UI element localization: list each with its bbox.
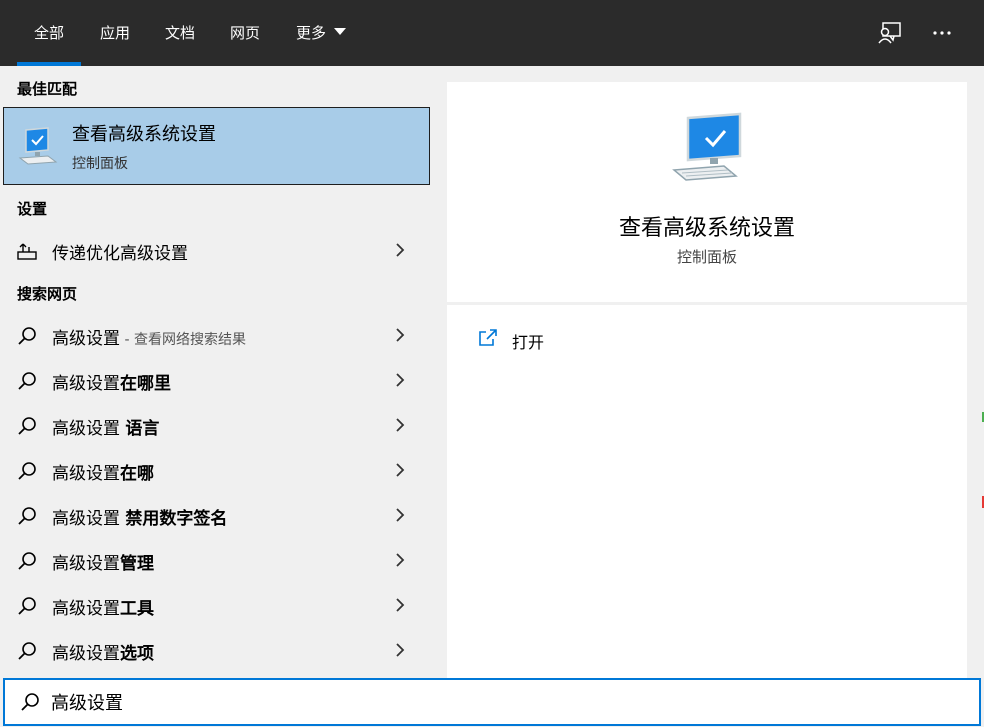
web-result-item[interactable]: 高级设置 - 查看网络搜索结果: [0, 313, 433, 358]
search-box[interactable]: [3, 678, 981, 726]
search-input[interactable]: [51, 686, 931, 718]
more-options-icon[interactable]: [930, 20, 956, 46]
web-result-label: 高级设置 语言: [52, 414, 159, 439]
search-icon: [18, 372, 36, 390]
web-result-label: 高级设置工具: [52, 594, 154, 619]
chevron-right-icon: [396, 418, 405, 432]
preview-title: 查看高级系统设置: [618, 216, 795, 241]
search-icon: [18, 642, 36, 660]
web-result-label: 高级设置管理: [52, 549, 154, 574]
best-match-subtitle: 控制面板: [72, 156, 128, 172]
results-panel: 最佳匹配 查看高级系统设置 控制面板 设置 传递优化高级设置 搜索网页 高级设置…: [0, 66, 433, 678]
open-action-label: 打开: [512, 333, 545, 352]
chevron-right-icon: [396, 643, 405, 657]
web-result-label: 高级设置在哪里: [52, 369, 171, 394]
chevron-right-icon: [396, 328, 405, 342]
search-icon: [18, 507, 36, 525]
preview-actions: 打开: [447, 305, 967, 678]
web-result-item[interactable]: 高级设置工具: [0, 583, 433, 628]
web-result-item[interactable]: 高级设置管理: [0, 538, 433, 583]
feedback-icon[interactable]: [877, 20, 903, 46]
tab-documents-label: 文档: [164, 24, 195, 42]
web-result-prefix: 高级设置: [52, 374, 120, 394]
web-result-prefix: 高级设置: [52, 509, 126, 529]
open-external-icon: [479, 329, 497, 346]
settings-item-label: 传递优化高级设置: [52, 244, 188, 264]
web-result-bold: 禁用数字签名: [125, 509, 228, 529]
best-match-item[interactable]: 查看高级系统设置 控制面板: [3, 107, 430, 185]
web-result-item[interactable]: 高级设置 语言: [0, 403, 433, 448]
delivery-optimization-icon: [17, 243, 37, 260]
web-result-bold: 语言: [125, 419, 160, 439]
tab-all-label: 全部: [33, 24, 64, 42]
web-result-item[interactable]: 高级设置 禁用数字签名: [0, 493, 433, 538]
search-icon: [21, 693, 39, 711]
tab-all[interactable]: 全部: [17, 0, 81, 66]
web-result-item[interactable]: 高级设置选项: [0, 628, 433, 673]
search-icon: [18, 597, 36, 615]
tab-apps[interactable]: 应用: [90, 0, 140, 66]
web-result-item[interactable]: 高级设置在哪: [0, 448, 433, 493]
tab-more-label: 更多: [295, 24, 326, 42]
chevron-right-icon: [396, 508, 405, 522]
web-result-bold: 工具: [120, 599, 154, 619]
search-icon: [18, 552, 36, 570]
settings-item-delivery-optimization[interactable]: 传递优化高级设置: [0, 228, 433, 273]
preview-subtitle: 控制面板: [676, 248, 737, 266]
chevron-right-icon: [396, 598, 405, 612]
search-icon: [18, 417, 36, 435]
search-web-heading: 搜索网页: [17, 285, 78, 303]
chevron-right-icon: [396, 463, 405, 477]
web-result-bold: 在哪里: [120, 374, 171, 394]
web-result-prefix: 高级设置: [52, 329, 120, 349]
chevron-right-icon: [396, 553, 405, 567]
chevron-right-icon: [396, 243, 405, 257]
tab-apps-label: 应用: [99, 24, 130, 42]
web-result-sub: - 查看网络搜索结果: [120, 332, 246, 348]
web-result-label: 高级设置选项: [52, 639, 154, 664]
right-edge: [967, 66, 984, 678]
web-result-prefix: 高级设置: [52, 419, 126, 439]
search-icon: [18, 327, 36, 345]
computer-monitor-icon: [18, 127, 58, 165]
tab-more[interactable]: 更多: [286, 0, 356, 66]
web-result-bold: 选项: [120, 644, 154, 664]
web-result-label: 高级设置在哪: [52, 459, 154, 484]
web-result-item[interactable]: 高级设置在哪里: [0, 358, 433, 403]
web-result-label: 高级设置 - 查看网络搜索结果: [52, 324, 246, 349]
web-result-label: 高级设置 禁用数字签名: [52, 504, 227, 529]
search-icon: [18, 462, 36, 480]
chevron-right-icon: [396, 373, 405, 387]
web-result-prefix: 高级设置: [52, 554, 120, 574]
tab-web[interactable]: 网页: [220, 0, 270, 66]
tab-web-label: 网页: [229, 24, 260, 42]
chevron-down-icon: [334, 28, 346, 35]
settings-heading: 设置: [17, 200, 48, 218]
best-match-heading: 最佳匹配: [17, 80, 78, 98]
web-result-prefix: 高级设置: [52, 599, 120, 619]
web-result-prefix: 高级设置: [52, 464, 120, 484]
web-result-bold: 管理: [120, 554, 154, 574]
web-result-prefix: 高级设置: [52, 644, 120, 664]
top-bar: 全部 应用 文档 网页 更多: [0, 0, 984, 66]
best-match-title: 查看高级系统设置: [72, 124, 216, 145]
preview-card: 查看高级系统设置 控制面板: [447, 82, 967, 302]
tab-documents[interactable]: 文档: [155, 0, 205, 66]
computer-monitor-icon: [672, 112, 742, 181]
web-result-bold: 在哪: [120, 464, 154, 484]
